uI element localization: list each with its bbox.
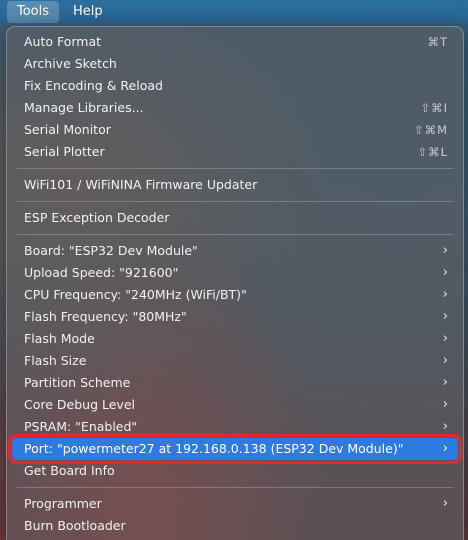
menu-bar: Tools Help <box>0 0 468 24</box>
menu-item-label: Core Debug Level <box>24 397 135 412</box>
menu-item-port[interactable]: Port: "powermeter27 at 192.168.0.138 (ES… <box>8 434 462 464</box>
menu-item-flash-frequency[interactable]: Flash Frequency: "80MHz" › <box>12 306 458 328</box>
menu-item-archive-sketch[interactable]: Archive Sketch <box>12 53 458 75</box>
chevron-right-icon: › <box>442 331 448 346</box>
chevron-right-icon: › <box>442 397 448 412</box>
menu-item-firmware-updater[interactable]: WiFi101 / WiFiNINA Firmware Updater <box>12 174 458 196</box>
menu-item-psram[interactable]: PSRAM: "Enabled" › <box>12 416 458 438</box>
menu-item-auto-format[interactable]: Auto Format ⌘T <box>12 31 458 53</box>
menu-item-label: Auto Format <box>24 34 102 49</box>
menu-item-cpu-frequency[interactable]: CPU Frequency: "240MHz (WiFi/BT)" › <box>12 284 458 306</box>
chevron-right-icon: › <box>442 375 448 390</box>
menu-separator <box>17 487 453 488</box>
menu-item-label: ESP Exception Decoder <box>24 210 170 225</box>
menu-item-label: Flash Frequency: "80MHz" <box>24 309 187 324</box>
menu-item-label: CPU Frequency: "240MHz (WiFi/BT)" <box>24 287 247 302</box>
menu-item-label: Get Board Info <box>24 463 115 478</box>
menu-item-upload-speed[interactable]: Upload Speed: "921600" › <box>12 262 458 284</box>
shortcut-label: ⇧⌘L <box>417 145 448 159</box>
menu-item-label: Board: "ESP32 Dev Module" <box>24 243 198 258</box>
menu-separator <box>17 168 453 169</box>
menu-item-fix-encoding[interactable]: Fix Encoding & Reload <box>12 75 458 97</box>
menu-item-label: PSRAM: "Enabled" <box>24 419 138 434</box>
menu-separator <box>17 201 453 202</box>
menu-item-label: Fix Encoding & Reload <box>24 78 163 93</box>
tools-dropdown-menu: Auto Format ⌘T Archive Sketch Fix Encodi… <box>6 26 464 540</box>
menu-item-serial-plotter[interactable]: Serial Plotter ⇧⌘L <box>12 141 458 163</box>
menu-item-serial-monitor[interactable]: Serial Monitor ⇧⌘M <box>12 119 458 141</box>
shortcut-label: ⇧⌘M <box>413 123 448 137</box>
menu-item-partition-scheme[interactable]: Partition Scheme › <box>12 372 458 394</box>
chevron-right-icon: › <box>442 265 448 280</box>
menu-item-label: Manage Libraries... <box>24 100 144 115</box>
menu-item-label: Port: "powermeter27 at 192.168.0.138 (ES… <box>24 441 404 456</box>
menu-item-manage-libraries[interactable]: Manage Libraries... ⇧⌘I <box>12 97 458 119</box>
menu-item-label: Partition Scheme <box>24 375 131 390</box>
menu-item-core-debug-level[interactable]: Core Debug Level › <box>12 394 458 416</box>
menu-item-label: Flash Size <box>24 353 87 368</box>
menu-item-flash-mode[interactable]: Flash Mode › <box>12 328 458 350</box>
menu-item-burn-bootloader[interactable]: Burn Bootloader <box>12 515 458 537</box>
shortcut-label: ⇧⌘I <box>420 101 448 115</box>
menu-item-esp-exception-decoder[interactable]: ESP Exception Decoder <box>12 207 458 229</box>
chevron-right-icon: › <box>442 243 448 258</box>
menu-item-label: Burn Bootloader <box>24 518 126 533</box>
menu-item-get-board-info[interactable]: Get Board Info <box>12 460 458 482</box>
menu-item-flash-size[interactable]: Flash Size › <box>12 350 458 372</box>
shortcut-label: ⌘T <box>427 35 448 49</box>
chevron-right-icon: › <box>442 309 448 324</box>
menu-item-label: Archive Sketch <box>24 56 117 71</box>
chevron-right-icon: › <box>442 353 448 368</box>
chevron-right-icon: › <box>442 441 448 456</box>
menu-item-label: WiFi101 / WiFiNINA Firmware Updater <box>24 177 258 192</box>
chevron-right-icon: › <box>442 496 448 511</box>
menu-item-board[interactable]: Board: "ESP32 Dev Module" › <box>12 240 458 262</box>
chevron-right-icon: › <box>442 419 448 434</box>
menu-separator <box>17 234 453 235</box>
menu-help[interactable]: Help <box>63 1 113 23</box>
menu-item-label: Programmer <box>24 496 102 511</box>
menu-item-label: Upload Speed: "921600" <box>24 265 179 280</box>
chevron-right-icon: › <box>442 287 448 302</box>
menu-item-label: Flash Mode <box>24 331 95 346</box>
menu-item-programmer[interactable]: Programmer › <box>12 493 458 515</box>
menu-item-label: Serial Monitor <box>24 122 111 137</box>
menu-item-label: Serial Plotter <box>24 144 105 159</box>
menu-tools[interactable]: Tools <box>7 1 60 23</box>
